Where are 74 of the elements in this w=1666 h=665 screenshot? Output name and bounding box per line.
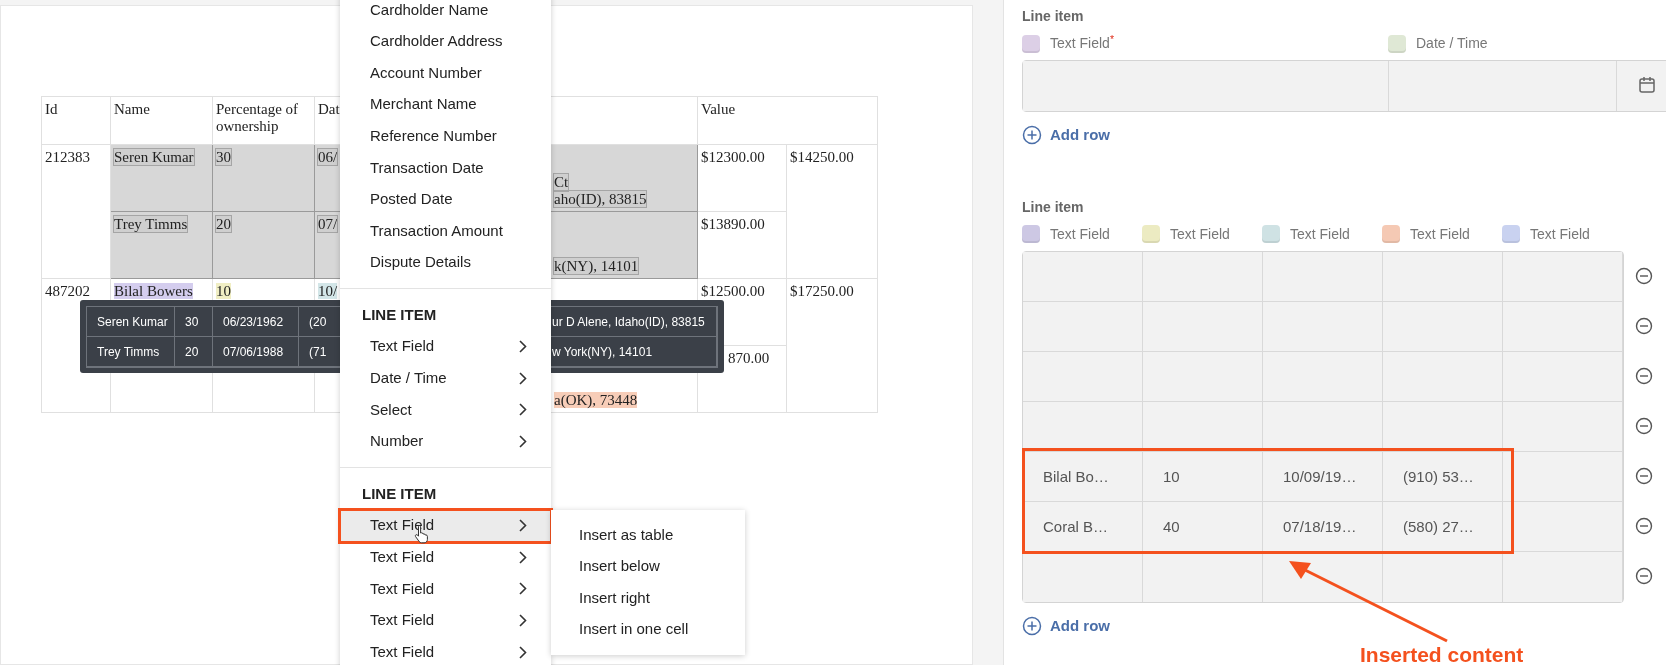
field-label: Text Field$^{*}$ <box>1050 33 1114 53</box>
table-cell: $13890.00 <box>701 216 765 232</box>
grid-cell[interactable]: 40 <box>1143 501 1263 552</box>
field-label: Text Field <box>1530 224 1590 244</box>
menu-item[interactable]: Select <box>340 394 551 426</box>
table-cell: Ct <box>554 174 569 191</box>
table-cell: Bilal Bowers <box>114 283 193 299</box>
grid-cell[interactable]: Coral B… <box>1023 501 1143 552</box>
table-cell: Seren Kumar <box>114 149 194 165</box>
menu-item[interactable]: Cardholder Name <box>340 0 551 26</box>
grid-cell[interactable]: 10 <box>1143 451 1263 502</box>
menu-item[interactable]: Reference Number <box>340 120 551 152</box>
submenu-item[interactable]: Insert below <box>551 550 745 583</box>
menu-item[interactable]: Cardholder Address <box>340 25 551 58</box>
tooltip-cell: 07/06/1988 <box>213 337 299 367</box>
table-cell: k(NY), 14101 <box>554 257 639 274</box>
section-title: Line item <box>1022 197 1085 217</box>
menu-item[interactable]: Posted Date <box>340 183 551 216</box>
table-cell: $12300.00 <box>701 149 765 165</box>
grid-cell[interactable]: 07/18/19… <box>1263 501 1383 552</box>
grid-cell[interactable]: (910) 53… <box>1383 451 1503 502</box>
menu-item[interactable]: Merchant Name <box>340 88 551 121</box>
table-cell: 870.00 <box>728 350 770 366</box>
field-label: Text Field <box>1170 224 1230 244</box>
tooltip-cell: Trey Timms <box>87 337 175 367</box>
field-label: Text Field <box>1410 224 1470 244</box>
menu-item[interactable]: Text Field <box>340 636 551 665</box>
table-cell: 212383 <box>45 149 90 165</box>
tooltip-cell: 06/23/1962 <box>213 307 299 337</box>
menu-heading: LINE ITEM <box>362 484 437 505</box>
menu-item[interactable]: Text Field <box>340 509 551 542</box>
grid-cell[interactable]: (580) 27… <box>1383 501 1503 552</box>
submenu-item[interactable]: Insert in one cell <box>551 613 745 646</box>
table-cell: 06/ <box>318 149 338 165</box>
menu-item[interactable]: Account Number <box>340 57 551 89</box>
table-cell: aho(ID), 83815 <box>554 190 647 207</box>
column-header: Id <box>45 101 58 117</box>
tooltip-cell: 20 <box>175 337 213 367</box>
tooltip-cell: Seren Kumar <box>87 307 175 337</box>
menu-item[interactable]: Text Field <box>340 604 551 637</box>
grid-cell[interactable]: Bilal Bo… <box>1023 451 1143 502</box>
column-header: Dat <box>318 101 340 117</box>
submenu-item[interactable]: Insert as table <box>551 519 745 551</box>
menu-item[interactable]: Text Field <box>340 573 551 605</box>
column-header: Percentage of ownership <box>216 101 299 134</box>
table-cell: Trey Timms <box>114 216 188 232</box>
menu-item[interactable]: Number <box>340 425 551 458</box>
field-label: Date / Time <box>1416 34 1488 53</box>
table-cell: 07/ <box>318 216 338 232</box>
table-cell: $14250.00 <box>790 149 854 165</box>
callout-label: Inserted content <box>1360 641 1524 665</box>
field-label: Text Field <box>1290 224 1350 244</box>
table-cell: 487202 <box>45 283 90 299</box>
submenu-item[interactable]: Insert right <box>551 582 745 614</box>
menu-item[interactable]: Text Field <box>340 541 551 574</box>
menu-item[interactable]: Transaction Amount <box>340 215 551 247</box>
add-row-button[interactable]: Add row <box>1022 614 1110 637</box>
table-cell: a(OK), 73448 <box>554 391 638 408</box>
table-cell: 30 <box>216 149 231 165</box>
tooltip-cell: 30 <box>175 307 213 337</box>
table-cell: 10 <box>216 283 231 299</box>
table-cell: $12500.00 <box>701 283 765 299</box>
menu-heading: LINE ITEM <box>362 305 437 326</box>
field-label: Text Field <box>1050 224 1110 244</box>
column-header: Name <box>114 101 150 117</box>
section-title: Line item <box>1022 7 1085 26</box>
column-header: Value <box>701 101 736 117</box>
add-row-button[interactable]: Add row <box>1022 124 1110 147</box>
menu-item[interactable]: Dispute Details <box>340 246 551 279</box>
table-cell: 20 <box>216 216 231 232</box>
menu-item[interactable]: Transaction Date <box>340 151 551 184</box>
table-cell: $17250.00 <box>790 283 854 299</box>
grid-cell[interactable]: 10/09/19… <box>1263 451 1383 502</box>
table-cell: 10/ <box>318 283 338 299</box>
